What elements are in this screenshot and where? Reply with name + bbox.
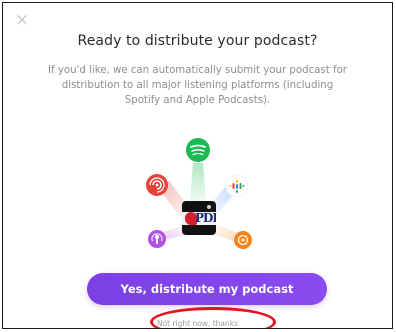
google-podcasts-icon (225, 174, 249, 198)
cover-text: PDI (195, 211, 216, 225)
podcast-cover-art: PDI (182, 201, 216, 235)
apple-podcasts-icon (148, 230, 166, 248)
overcast-icon (234, 231, 252, 249)
distribution-dialog: × Ready to distribute your podcast? If y… (2, 2, 393, 329)
spotify-icon (186, 138, 210, 162)
distribute-podcast-button[interactable]: Yes, distribute my podcast (87, 273, 327, 305)
castbox-icon (146, 174, 168, 196)
annotation-ellipse (150, 307, 276, 328)
cover-dot (207, 205, 211, 209)
